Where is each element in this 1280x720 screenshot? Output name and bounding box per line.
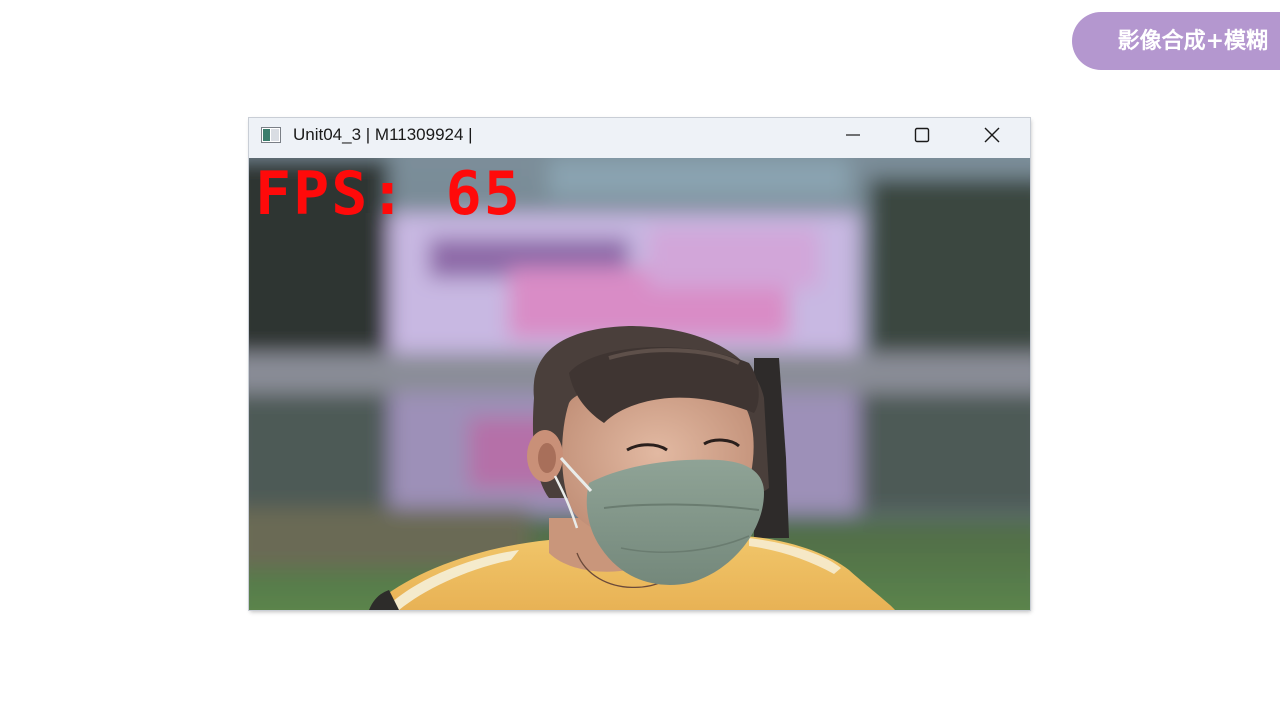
section-badge: 影像合成+模糊 — [1072, 12, 1280, 70]
window-title: Unit04_3 | M11309924 | — [293, 125, 473, 144]
maximize-icon — [914, 127, 930, 143]
camera-feed-image: FPS: 65 — [249, 158, 1030, 610]
fps-overlay: FPS: 65 — [255, 159, 522, 229]
presentation-slide: 影像合成+模糊 Unit04_3 | M11309924 | FPS: 65 — [0, 0, 1280, 720]
close-button[interactable] — [963, 118, 1023, 152]
minimize-button[interactable] — [824, 118, 884, 152]
opencv-window[interactable]: Unit04_3 | M11309924 | FPS: 65 — [249, 118, 1030, 610]
close-icon — [984, 127, 1000, 143]
window-titlebar[interactable]: Unit04_3 | M11309924 | — [249, 118, 1030, 158]
window-app-icon — [261, 127, 281, 143]
minimize-icon — [846, 134, 860, 136]
maximize-button[interactable] — [893, 118, 953, 152]
